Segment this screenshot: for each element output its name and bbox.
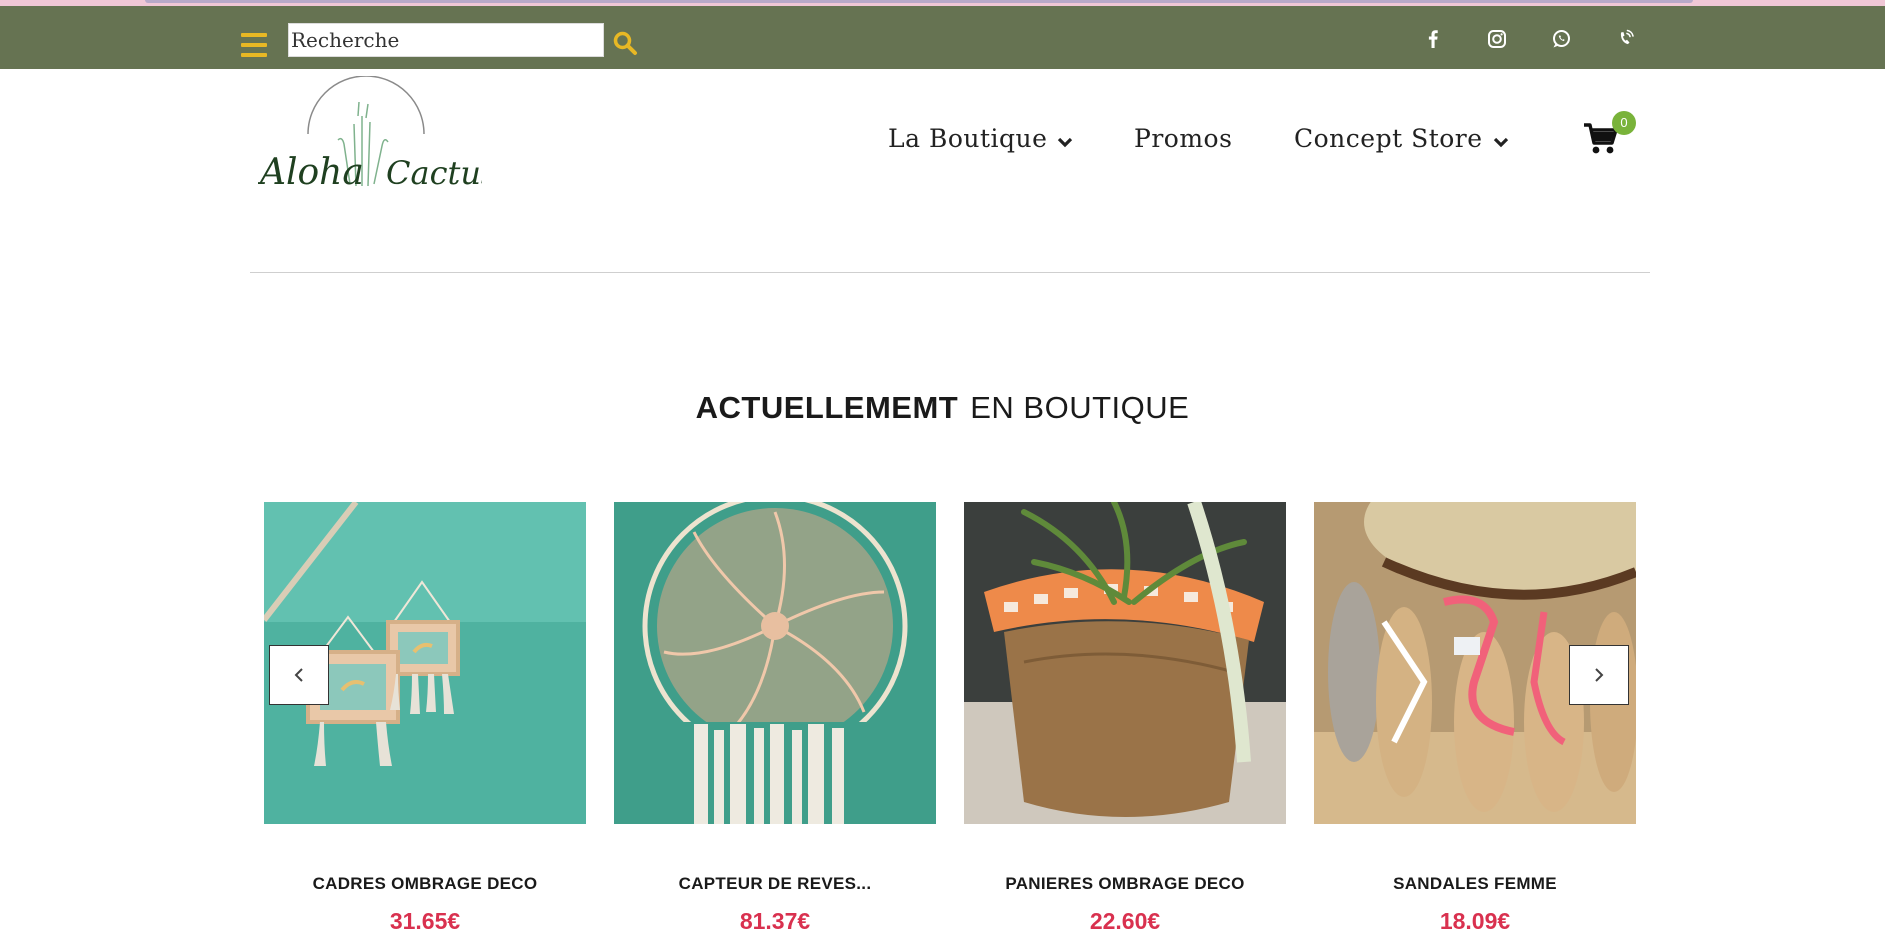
section-title-light: EN BOUTIQUE [970,390,1190,425]
product-name[interactable]: CADRES OMBRAGE DECO [264,874,586,894]
aloha-cactus-logo[interactable]: Aloha Cactus [257,75,497,194]
search-icon[interactable] [612,30,638,56]
logo-text-aloha: Aloha [258,152,364,193]
nav-concept-store[interactable]: Concept Store [1294,124,1509,155]
chevron-right-icon [1595,668,1604,682]
nav-la-boutique[interactable]: La Boutique [888,124,1073,155]
section-title: ACTUELLEMEMT EN BOUTIQUE [0,390,1885,426]
nav-la-boutique-label: La Boutique [888,124,1048,153]
phone-icon[interactable] [1610,24,1640,54]
whatsapp-icon[interactable] [1546,24,1576,54]
product-card[interactable]: CAPTEUR DE REVES... 81.37€ [614,502,936,935]
cart-count-badge: 0 [1612,111,1636,135]
menu-icon[interactable] [241,33,267,57]
product-name[interactable]: SANDALES FEMME [1314,874,1636,894]
section-title-bold: ACTUELLEMEMT [695,390,959,425]
logo-text-cactus: Cactus [386,154,482,192]
product-card[interactable]: PANIERES OMBRAGE DECO 22.60€ [964,502,1286,935]
nav-promos[interactable]: Promos [1134,124,1232,153]
header-divider [250,272,1650,273]
product-name[interactable]: CAPTEUR DE REVES... [614,874,936,894]
carousel-next-button[interactable] [1569,645,1629,705]
top-bar [0,6,1885,69]
nav-concept-store-label: Concept Store [1294,124,1483,153]
product-name[interactable]: PANIERES OMBRAGE DECO [964,874,1286,894]
search-input[interactable] [288,23,604,57]
facebook-icon[interactable] [1418,24,1448,54]
top-accent-highlight [145,0,1693,3]
chevron-left-icon [294,668,303,682]
carousel-prev-button[interactable] [269,645,329,705]
product-card[interactable]: SANDALES FEMME 18.09€ [1314,502,1636,935]
product-image[interactable] [614,502,936,824]
instagram-icon[interactable] [1482,24,1512,54]
chevron-down-icon [1493,126,1509,155]
nav-promos-label: Promos [1134,124,1233,153]
chevron-down-icon [1057,126,1073,155]
product-card[interactable]: CADRES OMBRAGE DECO 31.65€ [264,502,586,935]
product-image[interactable] [964,502,1286,824]
